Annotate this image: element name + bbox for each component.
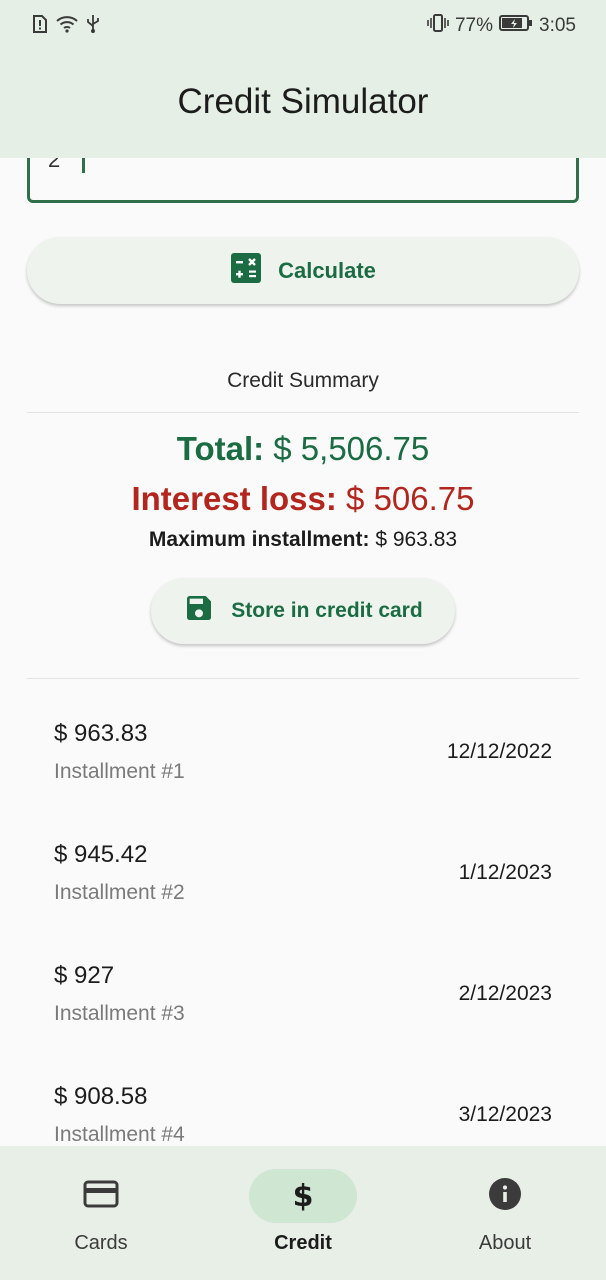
installment-date: 3/12/2023 [458,1103,552,1126]
list-item[interactable]: $ 908.58 Installment #4 3/12/2023 [0,1053,606,1146]
nav-label: Cards [74,1232,128,1254]
total-line: Total: $ 5,506.75 [0,430,606,468]
installment-date: 12/12/2022 [446,740,552,763]
info-icon [488,1177,522,1216]
list-item[interactable]: $ 927 Installment #3 2/12/2023 [0,932,606,1053]
installment-label: Installment #3 [54,1002,185,1025]
summary-title: Credit Summary [227,369,379,392]
nav-item-cards[interactable]: Cards [0,1146,202,1280]
calculator-icon [230,252,262,290]
max-installment-label: Maximum installment: [148,528,370,551]
installment-amount: $ 945.42 [54,841,148,868]
installment-date: 2/12/2023 [458,982,552,1005]
battery-percent: 77% [454,15,494,36]
installment-label: Installment #4 [54,1123,185,1146]
list-item[interactable]: $ 945.42 Installment #2 1/12/2023 [0,811,606,932]
nav-item-about[interactable]: About [404,1146,606,1280]
interest-value: $ 506.75 [346,480,475,517]
store-in-card-button[interactable]: Store in credit card [151,578,455,644]
calculate-button[interactable]: Calculate [27,237,579,304]
dollar-icon: $ [292,1178,314,1214]
installment-label: Installment #1 [54,760,185,783]
battery-icon [499,14,533,38]
clock-time: 3:05 [539,15,576,36]
max-installment-line: Maximum installment: $ 963.83 [0,528,606,552]
installment-amount: $ 908.58 [54,1083,148,1110]
installment-date: 1/12/2023 [458,861,552,884]
page-title: Credit Simulator [177,82,429,121]
nav-pill [47,1169,155,1223]
max-installment-value: $ 963.83 [375,528,458,551]
status-bar: 77% 3:05 [0,0,606,52]
vibrate-icon [427,14,449,38]
nav-pill [451,1169,559,1223]
total-value: $ 5,506.75 [273,430,430,467]
list-item[interactable]: $ 963.83 Installment #1 12/12/2022 [0,690,606,811]
installment-label: Installment #2 [54,881,185,904]
interest-label: Interest loss: [131,480,337,517]
credit-card-icon [83,1180,119,1213]
app-header: 77% 3:05 Credit Simulator [0,0,606,158]
scroll-content[interactable]: 2 Calculate Credit Summary Total: $ 5,50… [0,0,606,1146]
installment-amount: $ 927 [54,962,115,989]
installment-amount: $ 963.83 [54,720,148,747]
bottom-navigation: Cards $ Credit About [0,1146,606,1280]
divider [27,412,579,413]
usb-icon [86,14,100,40]
nav-label: About [478,1232,532,1254]
alert-icon [32,15,48,39]
total-label: Total: [176,430,265,467]
installment-list: $ 963.83 Installment #1 12/12/2022 $ 945… [0,690,606,1146]
calculate-label: Calculate [278,257,376,283]
wifi-icon [56,15,78,39]
nav-label: Credit [274,1232,332,1254]
divider [27,678,579,679]
save-icon [183,592,215,630]
nav-item-credit[interactable]: $ Credit [202,1146,404,1280]
interest-line: Interest loss: $ 506.75 [0,480,606,518]
nav-pill: $ [249,1169,357,1223]
store-label: Store in credit card [231,599,423,622]
